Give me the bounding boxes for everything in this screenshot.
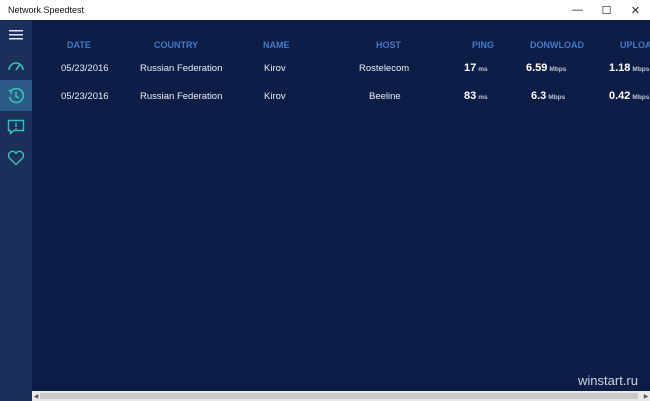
column-header-download[interactable]: DONWLOAD [530, 40, 584, 50]
download-value: 6.3 [531, 90, 547, 102]
table-header: DATE COUNTRY NAME HOST PING DONWLOAD UPL… [32, 40, 650, 60]
close-button[interactable]: ✕ [621, 0, 650, 20]
scroll-right-icon[interactable]: ▶ [642, 391, 650, 401]
heart-icon [7, 150, 25, 165]
sidebar-item-favorites[interactable] [0, 142, 32, 173]
cell-name: Kirov [264, 63, 286, 74]
horizontal-scrollbar[interactable]: ◀ ▶ [32, 391, 650, 401]
menu-button[interactable] [0, 20, 32, 49]
column-header-host[interactable]: HOST [376, 40, 401, 50]
watermark: winstart.ru [578, 373, 638, 388]
cell-download: 6.59 Mbps [526, 62, 566, 74]
sidebar-item-feedback[interactable] [0, 111, 32, 142]
upload-unit: Mbps [632, 94, 650, 101]
scrollbar-thumb[interactable] [40, 393, 638, 399]
minimize-button[interactable]: — [563, 0, 592, 20]
download-value: 6.59 [526, 62, 548, 74]
title-bar: Network Speedtest — ☐ ✕ [0, 0, 650, 20]
column-header-name[interactable]: NAME [263, 40, 290, 50]
download-unit: Mbps [548, 94, 566, 101]
cell-upload: 1.18 Mbps [609, 62, 649, 74]
scroll-left-icon[interactable]: ◀ [32, 391, 40, 401]
table-row[interactable]: 05/23/2016 Russian Federation Kirov Rost… [32, 62, 650, 83]
speedometer-icon [8, 61, 24, 70]
download-unit: Mbps [549, 66, 567, 73]
history-clock-icon [8, 87, 25, 103]
cell-country: Russian Federation [140, 91, 223, 102]
cell-host: Rostelecom [359, 63, 410, 74]
cell-date: 05/23/2016 [61, 63, 109, 74]
column-header-ping[interactable]: PING [472, 40, 494, 50]
cell-name: Kirov [264, 91, 286, 102]
cell-date: 05/23/2016 [61, 91, 109, 102]
sidebar-item-speedtest[interactable] [0, 49, 32, 80]
cell-upload: 0.42 Mbps [609, 90, 649, 102]
cell-country: Russian Federation [140, 63, 223, 74]
upload-unit: Mbps [632, 66, 650, 73]
upload-value: 0.42 [609, 90, 631, 102]
history-panel: DATE COUNTRY NAME HOST PING DONWLOAD UPL… [32, 20, 650, 391]
hamburger-menu-icon [9, 29, 23, 39]
ping-value: 83 [464, 90, 477, 102]
cell-ping: 17 ms [464, 62, 488, 74]
ping-unit: ms [478, 94, 488, 101]
sidebar [0, 20, 32, 401]
column-header-upload[interactable]: UPLOAD [620, 40, 650, 50]
cell-download: 6.3 Mbps [531, 90, 565, 102]
upload-value: 1.18 [609, 62, 631, 74]
table-row[interactable]: 05/23/2016 Russian Federation Kirov Beel… [32, 90, 650, 111]
ping-value: 17 [464, 62, 477, 74]
window-title: Network Speedtest [8, 5, 85, 15]
cell-host: Beeline [369, 91, 401, 102]
column-header-date[interactable]: DATE [67, 40, 91, 50]
feedback-icon [7, 119, 25, 135]
column-header-country[interactable]: COUNTRY [154, 40, 198, 50]
sidebar-item-history[interactable] [0, 80, 32, 111]
ping-unit: ms [478, 66, 488, 73]
cell-ping: 83 ms [464, 90, 488, 102]
maximize-button[interactable]: ☐ [592, 0, 621, 20]
